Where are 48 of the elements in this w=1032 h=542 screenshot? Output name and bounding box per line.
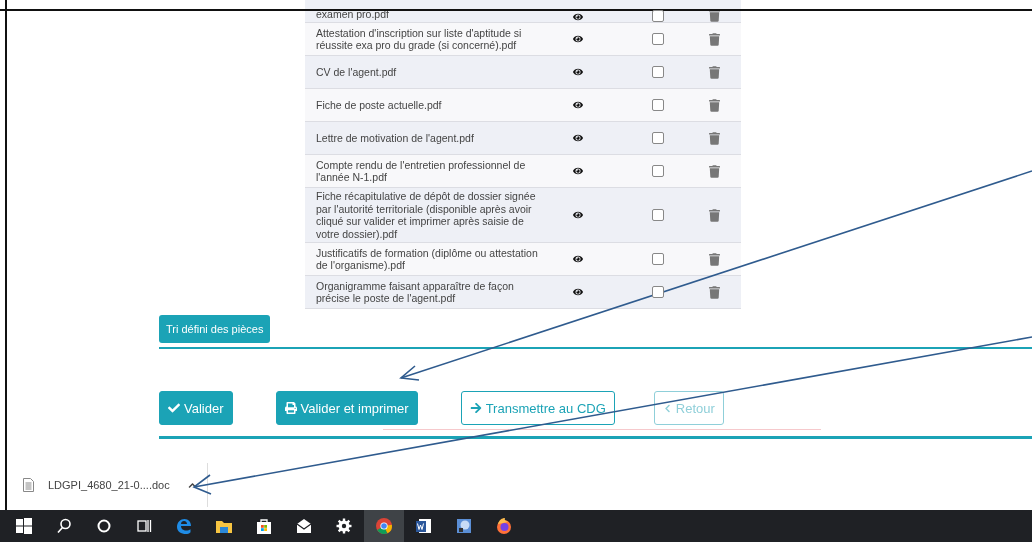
caret-up-icon[interactable] bbox=[187, 480, 197, 490]
browser-e-icon bbox=[174, 516, 194, 536]
eye-icon[interactable] bbox=[573, 210, 583, 220]
sort-button[interactable]: Tri défini des pièces bbox=[159, 315, 271, 343]
document-icon bbox=[23, 478, 34, 492]
eye-icon[interactable] bbox=[573, 166, 583, 176]
checkbox[interactable] bbox=[652, 66, 664, 78]
file-name: Lettre de motivation de l'agent.pdf bbox=[315, 130, 475, 146]
download-filename[interactable]: LDGPI_4680_21-0....doc bbox=[48, 479, 170, 491]
eye-icon[interactable] bbox=[573, 133, 583, 143]
chevron-left-icon bbox=[662, 403, 672, 413]
eye-icon[interactable] bbox=[573, 12, 583, 22]
outline-button[interactable]: Transmettre au CDG bbox=[460, 391, 615, 425]
eye-icon[interactable] bbox=[573, 67, 583, 77]
word-icon bbox=[414, 516, 434, 536]
eye-icon[interactable] bbox=[573, 287, 583, 297]
file-name: Fiche de poste actuelle.pdf bbox=[315, 97, 443, 113]
firefox-icon bbox=[494, 516, 514, 536]
windows-icon bbox=[14, 516, 34, 536]
file-name: CV de l'agent.pdf bbox=[315, 64, 398, 80]
chrome-icon bbox=[374, 516, 394, 536]
checkbox[interactable] bbox=[652, 132, 664, 144]
printer-icon bbox=[284, 402, 297, 414]
eye-icon[interactable] bbox=[573, 254, 583, 264]
file-name: Compte rendu de l'entretien professionnel de l'année N-1.pdf bbox=[315, 157, 527, 185]
eye-icon[interactable] bbox=[573, 100, 583, 110]
action-button[interactable]: Valider bbox=[159, 391, 233, 425]
file-name: Organigramme faisant apparaître de façon précise le poste de l'agent.pdf bbox=[315, 278, 515, 306]
file-name: Justificatifs de formation (diplôme ou attestation de l'organisme).pdf bbox=[315, 245, 539, 273]
checkbox[interactable] bbox=[652, 253, 664, 265]
eye-icon[interactable] bbox=[573, 34, 583, 44]
trash-icon[interactable] bbox=[709, 9, 720, 22]
check-icon bbox=[168, 402, 180, 414]
globe-window-icon bbox=[454, 516, 474, 536]
file-name: examen pro.pdf bbox=[315, 6, 390, 22]
checkbox[interactable] bbox=[652, 165, 664, 177]
settings-icon bbox=[334, 516, 354, 536]
arrow-right-icon bbox=[469, 402, 482, 414]
checkbox[interactable] bbox=[652, 33, 664, 45]
action-button[interactable]: Valider et imprimer bbox=[275, 391, 418, 425]
file-name: Attestation d'inscription sur liste d'aptitude si réussite exa pro du grade (si concerné).pdf bbox=[315, 25, 523, 53]
envelope-icon bbox=[294, 516, 314, 536]
shopping-bag-icon bbox=[254, 516, 274, 536]
checkbox[interactable] bbox=[652, 286, 664, 298]
file-name: Fiche récapitulative de dépôt de dossier signée par l'autorité territoriale (disponible après avoir cliqué sur valider et imprimer après saisie de votre dossier).pdf bbox=[315, 189, 537, 242]
checkbox[interactable] bbox=[652, 209, 664, 221]
checkbox[interactable] bbox=[652, 10, 664, 22]
checkbox[interactable] bbox=[652, 99, 664, 111]
